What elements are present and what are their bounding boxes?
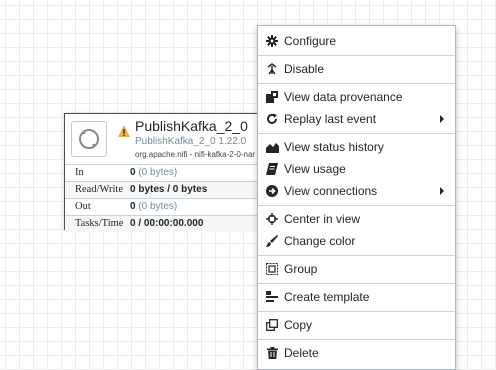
menu-divider bbox=[258, 283, 455, 284]
menu-item-label: Delete bbox=[284, 346, 319, 360]
processor-bundle: org.apache.nifi - nifi-kafka-2-0-nar bbox=[135, 150, 255, 159]
stat-row-read-write: Read/Write 0 bytes / 0 bytes bbox=[65, 181, 257, 198]
menu-item-label: View data provenance bbox=[284, 90, 403, 104]
submenu-arrow-icon bbox=[440, 187, 444, 195]
crosshair-icon bbox=[265, 212, 279, 226]
stat-label: Read/Write bbox=[75, 184, 123, 195]
menu-item-label: Replay last event bbox=[284, 112, 377, 126]
stat-row-out: Out 0 (0 bytes) bbox=[65, 198, 257, 215]
menu-item-label: Center in view bbox=[284, 212, 361, 226]
stat-label: In bbox=[75, 167, 84, 178]
menu-divider bbox=[258, 205, 455, 206]
menu-item-group[interactable]: Group bbox=[258, 258, 455, 280]
menu-item-label: Disable bbox=[284, 62, 325, 76]
menu-item-view-status-history[interactable]: View status history bbox=[258, 136, 455, 158]
menu-item-center-in-view[interactable]: Center in view bbox=[258, 208, 455, 230]
menu-item-view-data-provenance[interactable]: View data provenance bbox=[258, 86, 455, 108]
menu-item-configure[interactable]: Configure bbox=[258, 30, 455, 52]
processor-type: PublishKafka_2_0 1.22.0 bbox=[135, 136, 247, 147]
menu-divider bbox=[258, 83, 455, 84]
menu-item-delete[interactable]: Delete bbox=[258, 342, 455, 364]
menu-item-disable[interactable]: Disable bbox=[258, 58, 455, 80]
stat-row-tasks-time: Tasks/Time 0 / 00:00:00.000 bbox=[65, 215, 257, 232]
gear-icon bbox=[265, 34, 279, 48]
processor-stats: In 0 (0 bytes) Read/Write 0 bytes / 0 by… bbox=[65, 164, 257, 232]
menu-item-label: Group bbox=[284, 262, 318, 276]
replay-icon bbox=[265, 112, 279, 126]
menu-divider bbox=[258, 255, 455, 256]
stat-label: Tasks/Time bbox=[75, 218, 124, 229]
template-icon bbox=[265, 290, 279, 304]
menu-item-label: Copy bbox=[284, 318, 313, 332]
menu-divider bbox=[258, 311, 455, 312]
processor-icon bbox=[71, 121, 107, 157]
stat-row-in: In 0 (0 bytes) bbox=[65, 164, 257, 181]
stat-value: 0 / 00:00:00.000 bbox=[130, 218, 204, 229]
menu-item-label: View connections bbox=[284, 184, 378, 198]
copy-icon bbox=[265, 318, 279, 332]
group-icon bbox=[265, 262, 279, 276]
menu-item-label: View usage bbox=[284, 162, 346, 176]
menu-divider bbox=[258, 55, 455, 56]
menu-divider bbox=[258, 339, 455, 340]
menu-item-label: Configure bbox=[284, 34, 337, 48]
menu-item-copy[interactable]: Copy bbox=[258, 314, 455, 336]
processor-card[interactable]: PublishKafka_2_0 PublishKafka_2_0 1.22.0… bbox=[64, 113, 258, 232]
context-menu: Configure Disable View data provenance R… bbox=[257, 25, 456, 370]
provenance-icon bbox=[265, 90, 279, 104]
processor-name: PublishKafka_2_0 bbox=[135, 118, 248, 134]
menu-item-label: View status history bbox=[284, 140, 384, 154]
menu-item-label: Change color bbox=[284, 234, 356, 248]
menu-item-change-color[interactable]: Change color bbox=[258, 230, 455, 252]
menu-item-view-connections[interactable]: View connections bbox=[258, 180, 455, 202]
trash-icon bbox=[265, 346, 279, 360]
stat-value: 0 bytes / 0 bytes bbox=[130, 184, 208, 195]
menu-item-replay-last-event[interactable]: Replay last event bbox=[258, 108, 455, 130]
menu-item-view-usage[interactable]: View usage bbox=[258, 158, 455, 180]
stat-label: Out bbox=[75, 201, 91, 212]
arrow-circle-icon bbox=[265, 184, 279, 198]
menu-item-label: Create template bbox=[284, 290, 370, 304]
area-chart-icon bbox=[265, 140, 279, 154]
paintbrush-icon bbox=[265, 234, 279, 248]
submenu-arrow-icon bbox=[440, 115, 444, 123]
disable-icon bbox=[265, 62, 279, 76]
warning-icon[interactable] bbox=[117, 124, 131, 138]
processor-header: PublishKafka_2_0 PublishKafka_2_0 1.22.0… bbox=[65, 114, 257, 164]
stat-value: 0 (0 bytes) bbox=[130, 201, 178, 212]
stat-value: 0 (0 bytes) bbox=[130, 167, 178, 178]
menu-item-create-template[interactable]: Create template bbox=[258, 286, 455, 308]
book-icon bbox=[265, 162, 279, 176]
menu-divider bbox=[258, 133, 455, 134]
